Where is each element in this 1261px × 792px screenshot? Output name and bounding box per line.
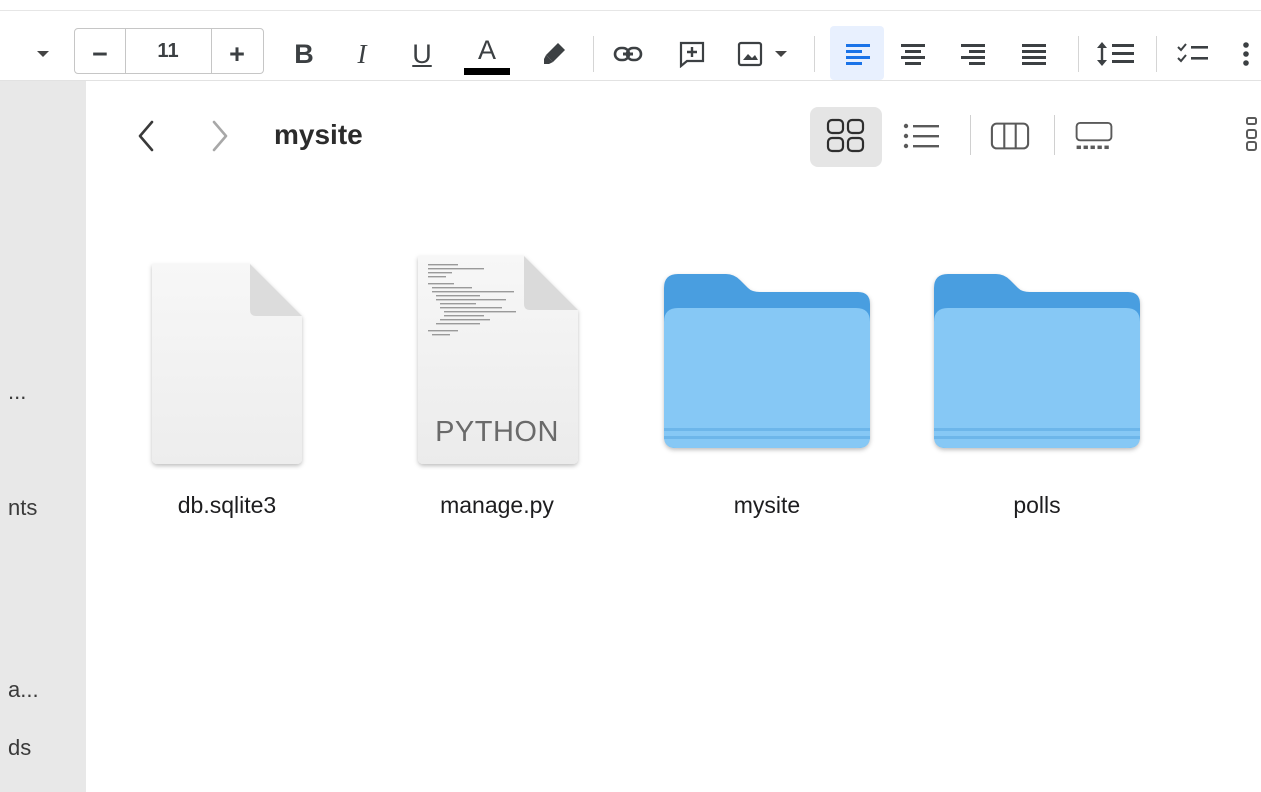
python-file-badge: PYTHON	[435, 416, 559, 448]
file-name: db.sqlite3	[177, 492, 277, 518]
folder-name: mysite	[733, 492, 801, 518]
file-item-db-sqlite3[interactable]: db.sqlite3	[112, 250, 342, 550]
align-left-icon[interactable]	[838, 28, 878, 80]
view-divider	[970, 115, 971, 155]
folder-icon	[934, 274, 1140, 448]
insert-image-icon[interactable]	[732, 28, 768, 80]
align-center-icon[interactable]	[893, 28, 933, 80]
blank-document-icon	[152, 264, 302, 464]
toolbar-divider	[593, 36, 594, 72]
list-view-icon[interactable]	[902, 111, 942, 161]
line-spacing-icon[interactable]	[1092, 28, 1140, 80]
toolbar-top-edge	[0, 0, 1261, 11]
gallery-view-icon[interactable]	[1074, 111, 1114, 161]
sidebar-item[interactable]: ds	[8, 735, 31, 761]
font-size-input[interactable]: 11	[126, 28, 210, 74]
bold-button[interactable]: B	[284, 28, 324, 80]
text-color-letter: A	[477, 34, 496, 65]
toolbar-divider	[1156, 36, 1157, 72]
file-name: manage.py	[440, 492, 554, 518]
insert-link-icon[interactable]	[608, 28, 648, 80]
group-by-icon[interactable]	[1226, 111, 1261, 161]
underline-button[interactable]: U	[404, 28, 440, 80]
align-justify-icon[interactable]	[1014, 28, 1054, 80]
toolbar-divider	[814, 36, 815, 72]
add-comment-icon[interactable]	[674, 28, 710, 80]
image-options-chevron-icon[interactable]	[770, 28, 792, 80]
more-options-icon[interactable]	[1236, 28, 1256, 80]
toolbar-divider	[1078, 36, 1079, 72]
view-divider	[1054, 115, 1055, 155]
align-right-icon[interactable]	[953, 28, 993, 80]
finder-toolbar: mysite	[86, 81, 1261, 191]
increase-font-size-button[interactable]: +	[212, 28, 262, 80]
italic-button[interactable]: I	[344, 28, 380, 80]
text-color-swatch	[464, 68, 510, 75]
back-button[interactable]	[126, 111, 166, 161]
column-view-icon[interactable]	[990, 111, 1030, 161]
finder-sidebar: ... nts a... ds	[0, 81, 86, 792]
sidebar-item[interactable]: a...	[8, 677, 39, 703]
folder-item-polls[interactable]: polls	[922, 250, 1152, 550]
decrease-font-size-button[interactable]: −	[76, 28, 124, 80]
checklist-icon[interactable]	[1170, 28, 1216, 80]
folder-title: mysite	[274, 119, 363, 150]
sidebar-item[interactable]: ...	[8, 379, 26, 405]
file-item-manage-py[interactable]: PYTHON manage.py	[382, 250, 612, 550]
highlight-pen-icon[interactable]	[534, 28, 574, 80]
forward-button[interactable]	[200, 111, 240, 161]
formatting-toolbar: − 11 + B I U A	[0, 0, 1261, 81]
font-dropdown-chevron-icon[interactable]	[28, 28, 58, 80]
folder-icon	[664, 274, 870, 448]
icon-view-grid-icon[interactable]	[826, 111, 866, 161]
sidebar-item[interactable]: nts	[8, 495, 37, 521]
folder-name: polls	[1013, 492, 1061, 518]
folder-item-mysite[interactable]: mysite	[652, 250, 882, 550]
